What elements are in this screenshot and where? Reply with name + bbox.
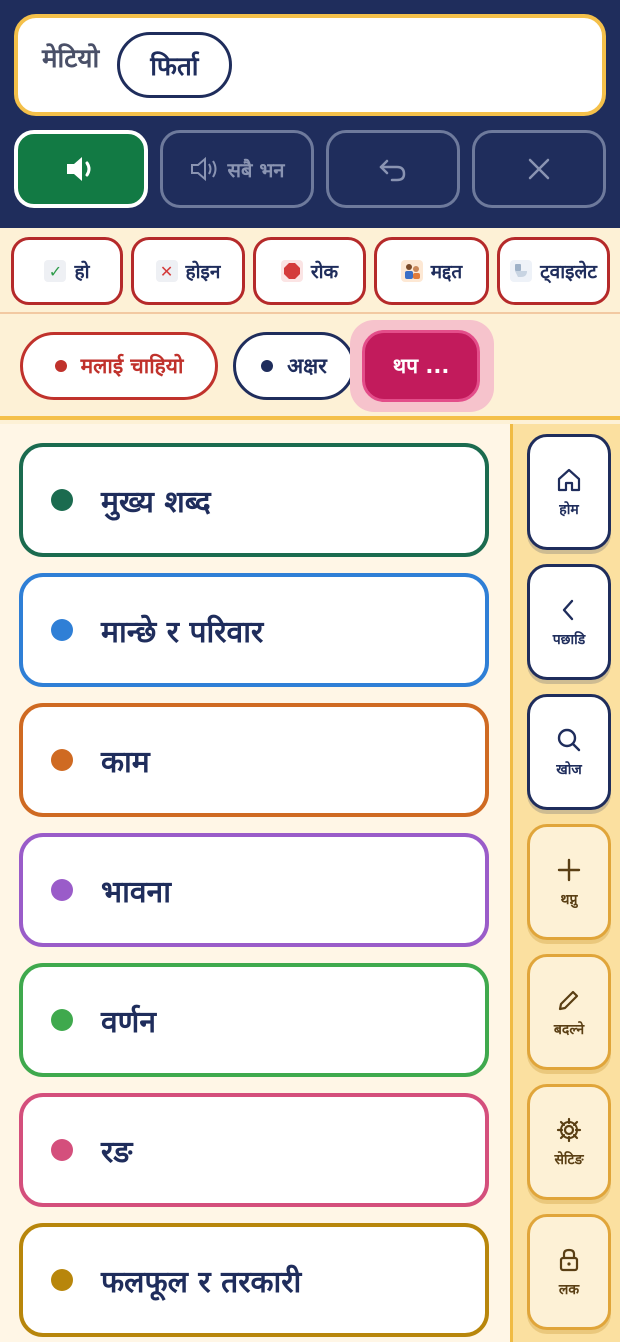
home-icon [557, 468, 581, 491]
back-button[interactable]: पछाडि [527, 564, 611, 680]
mode-more-button[interactable]: थप ... [362, 330, 480, 402]
message-word[interactable]: मेटियो [42, 39, 99, 75]
settings-label: सेटिङ [554, 1151, 584, 1168]
top-bar: मेटियो फिर्ता सबै भन [0, 0, 620, 228]
category-label: काम [101, 744, 150, 780]
category-label: मुख्य शब्द [101, 484, 211, 520]
category-label: रङ [101, 1134, 133, 1170]
home-label: होम [559, 501, 579, 518]
quick-yes-label: हो [74, 261, 90, 283]
quick-stop-label: रोक [310, 261, 339, 283]
category-dot [51, 1139, 73, 1161]
category-actions[interactable]: काम [19, 703, 489, 817]
chevron-left-icon [562, 599, 574, 620]
category-label: भावना [101, 874, 171, 910]
search-icon [557, 728, 581, 751]
mode-more-label: थप ... [392, 354, 450, 378]
category-descriptions[interactable]: वर्णन [19, 963, 489, 1077]
category-label: फलफूल र तरकारी [101, 1264, 302, 1300]
mode-want-dot [54, 360, 67, 372]
right-rail: होम पछाडि खोज थप्नु बदल्ने सेटिङ लक [510, 424, 620, 1342]
home-button[interactable]: होम [527, 434, 611, 550]
mode-letters-label: अक्षर [287, 354, 327, 378]
toilet-icon [510, 260, 533, 282]
cross-icon: ✕ [155, 260, 178, 282]
back-label: पछाडि [552, 631, 586, 648]
speaker-icon [67, 157, 91, 181]
pencil-icon [558, 990, 579, 1010]
mode-want-button[interactable]: मलाई चाहियो [20, 332, 218, 400]
speak-all-label: सबै भन [227, 157, 285, 182]
lock-label: लक [558, 1281, 580, 1298]
lock-button[interactable]: लक [527, 1214, 611, 1330]
category-colors[interactable]: रङ [19, 1093, 489, 1207]
category-dot [51, 1269, 73, 1291]
category-feelings[interactable]: भावना [19, 833, 489, 947]
settings-button[interactable]: सेटिङ [527, 1084, 611, 1200]
quick-yes-button[interactable]: ✓ हो [11, 237, 123, 305]
category-dot [51, 1009, 73, 1031]
quick-phrases-row: ✓ हो ✕ होइन रोक मद्दत ट्वाइलेट [0, 228, 620, 314]
stop-sign-icon [280, 260, 303, 282]
add-button[interactable]: थप्नु [527, 824, 611, 940]
quick-no-label: होइन [185, 261, 221, 283]
add-label: थप्नु [560, 891, 578, 908]
category-label: मान्छे र परिवार [101, 614, 264, 650]
mode-want-label: मलाई चाहियो [80, 354, 184, 378]
speak-button[interactable] [14, 130, 148, 208]
quick-help-label: मद्दत [430, 261, 463, 283]
edit-label: बदल्ने [553, 1021, 585, 1038]
lock-icon [559, 1248, 579, 1271]
category-core-words[interactable]: मुख्य शब्द [19, 443, 489, 557]
speak-all-button[interactable]: सबै भन [160, 130, 314, 208]
quick-toilet-label: ट्वाइलेट [540, 261, 597, 283]
search-label: खोज [556, 761, 582, 778]
speaker-outline-icon [191, 156, 217, 182]
clear-button[interactable] [472, 130, 606, 208]
check-icon: ✓ [44, 260, 67, 282]
mode-letters-button[interactable]: अक्षर [233, 332, 355, 400]
category-label: वर्णन [101, 1004, 157, 1040]
category-dot [51, 749, 73, 771]
undo-icon [379, 159, 406, 182]
quick-help-button[interactable]: मद्दत [374, 237, 489, 305]
help-icon [400, 260, 423, 282]
gear-icon [556, 1117, 582, 1142]
category-list: मुख्य शब्द मान्छे र परिवार काम भावना वर्… [0, 424, 510, 1342]
mode-row: मलाई चाहियो अक्षर थप ... [0, 316, 620, 420]
quick-toilet-button[interactable]: ट्वाइलेट [497, 237, 610, 305]
search-button[interactable]: खोज [527, 694, 611, 810]
mode-letters-dot [261, 360, 274, 372]
message-chip[interactable]: फिर्ता [117, 32, 232, 98]
category-fruits-vegetables[interactable]: फलफूल र तरकारी [19, 1223, 489, 1337]
edit-button[interactable]: बदल्ने [527, 954, 611, 1070]
undo-button[interactable] [326, 130, 460, 208]
plus-icon [557, 858, 581, 881]
quick-stop-button[interactable]: रोक [253, 237, 366, 305]
close-icon [528, 158, 550, 180]
mode-more-highlight: थप ... [350, 320, 494, 412]
message-box[interactable]: मेटियो फिर्ता [14, 14, 606, 116]
category-people-family[interactable]: मान्छे र परिवार [19, 573, 489, 687]
category-dot [51, 619, 73, 641]
category-dot [51, 879, 73, 901]
quick-no-button[interactable]: ✕ होइन [131, 237, 245, 305]
category-dot [51, 489, 73, 511]
